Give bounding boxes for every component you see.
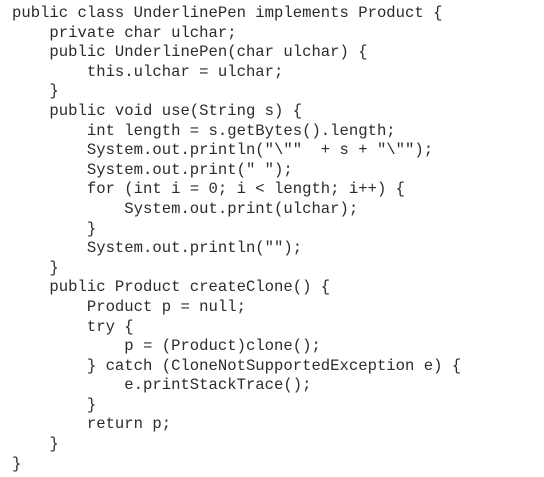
code-line-23: } — [12, 435, 59, 454]
code-line-1: public class UnderlinePen implements Pro… — [12, 4, 443, 22]
code-line-8: System.out.println("\"" + s + "\""); — [12, 141, 434, 160]
code-line-18: p = (Product)clone(); — [12, 337, 321, 356]
code-line-5: } — [12, 82, 59, 101]
code-listing: public class UnderlinePen implements Pro… — [12, 4, 461, 474]
code-line-10: for (int i = 0; i < length; i++) { — [12, 180, 406, 199]
code-line-17: try { — [12, 317, 134, 336]
code-line-12: } — [12, 219, 97, 238]
code-line-21: } — [12, 395, 97, 414]
code-line-11: System.out.print(ulchar); — [12, 199, 359, 218]
code-line-24: } — [12, 454, 22, 473]
code-line-6: public void use(String s) { — [12, 101, 303, 120]
code-line-19: } catch (CloneNotSupportedException e) { — [12, 356, 462, 375]
code-line-7: int length = s.getBytes().length; — [12, 121, 396, 140]
code-line-22: return p; — [12, 415, 172, 434]
code-line-15: public Product createClone() { — [12, 278, 331, 297]
code-line-9: System.out.print(" "); — [12, 160, 293, 179]
code-line-16: Product p = null; — [12, 297, 246, 316]
code-line-13: System.out.println(""); — [12, 239, 303, 258]
code-line-20: e.printStackTrace(); — [12, 376, 312, 395]
code-line-3: public UnderlinePen(char ulchar) { — [12, 43, 368, 62]
code-line-2: private char ulchar; — [12, 23, 237, 42]
code-line-4: this.ulchar = ulchar; — [12, 62, 284, 81]
code-line-14: } — [12, 258, 59, 277]
code-page: public class UnderlinePen implements Pro… — [0, 0, 544, 477]
